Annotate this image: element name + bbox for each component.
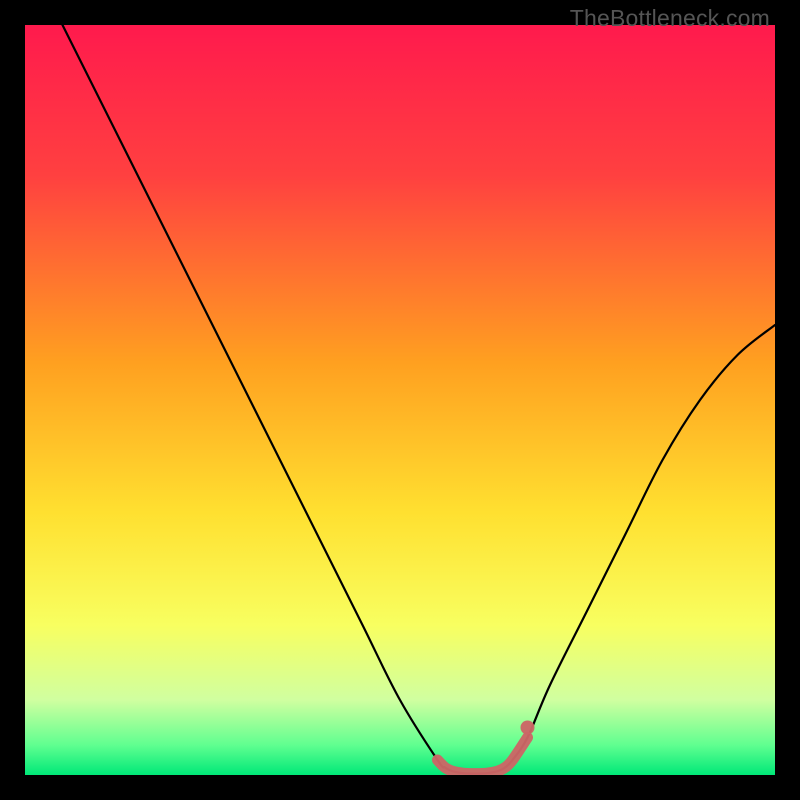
bottleneck-curve bbox=[25, 25, 775, 774]
chart-stage: TheBottleneck.com bbox=[0, 0, 800, 800]
curve-layer bbox=[25, 25, 775, 775]
plot-area bbox=[25, 25, 775, 775]
watermark-label: TheBottleneck.com bbox=[570, 5, 770, 32]
highlight-flat-region bbox=[438, 738, 528, 774]
highlight-end-dot bbox=[521, 721, 535, 735]
